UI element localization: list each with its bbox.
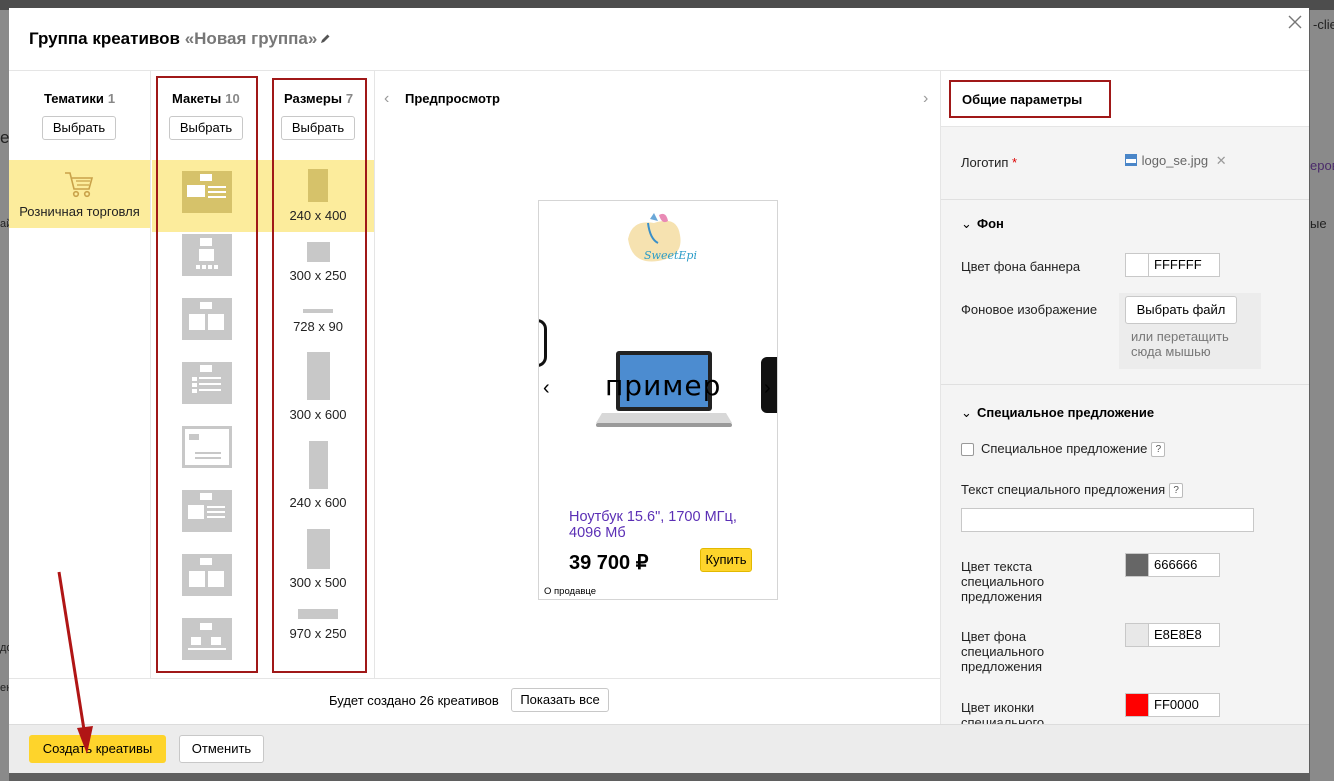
layouts-header: Макеты 10	[172, 91, 240, 106]
offer-bg-color-label: Цвет фона специального предложения	[961, 629, 1045, 674]
bg-color-label: Цвет фона баннера	[961, 259, 1081, 274]
layout-thumb[interactable]	[182, 298, 232, 340]
layouts-select-button[interactable]: Выбрать	[169, 116, 243, 140]
size-shape[interactable]	[298, 609, 338, 619]
column-divider	[150, 71, 151, 678]
brand-logo: SweetEpil	[628, 213, 697, 262]
size-shape[interactable]	[307, 242, 330, 262]
remove-file-icon[interactable]: ✕	[1216, 153, 1227, 168]
chevron-down-icon: ⌄	[961, 405, 972, 420]
sizes-header: Размеры 7	[284, 91, 354, 106]
offer-bg-color-swatch[interactable]	[1125, 623, 1149, 647]
layout-thumb[interactable]	[182, 362, 232, 404]
help-icon[interactable]: ?	[1151, 442, 1166, 457]
pencil-icon[interactable]	[319, 33, 331, 45]
size-label[interactable]: 300 x 600	[273, 407, 363, 422]
size-shape[interactable]	[308, 169, 328, 202]
backdrop-text: -clie	[1313, 17, 1334, 32]
product-name[interactable]: Ноутбук 15.6", 1700 МГц, 4096 Мб	[569, 509, 759, 541]
chevron-right-icon[interactable]: ›	[923, 90, 928, 108]
offer-text-input[interactable]	[961, 508, 1254, 532]
offer-icon-color-swatch[interactable]	[1125, 693, 1149, 717]
offer-text-color-input[interactable]: 666666	[1149, 553, 1220, 577]
backdrop-text: ые	[1310, 216, 1327, 231]
layout-thumb[interactable]	[182, 618, 232, 660]
size-shape[interactable]	[307, 352, 330, 400]
modal-header: Группа креативов «Новая группа»	[9, 8, 1309, 71]
creative-group-modal: Группа креативов «Новая группа» Тематики…	[9, 8, 1309, 773]
offer-text-color-swatch[interactable]	[1125, 553, 1149, 577]
side-product-left	[539, 319, 547, 367]
general-params-panel: Общие параметры Логотип * logo_se.jpg ✕ …	[940, 71, 1309, 724]
sample-watermark: пример	[605, 369, 722, 402]
layouts-count: 10	[225, 91, 240, 106]
modal-title: Группа креативов «Новая группа»	[29, 29, 331, 49]
group-name[interactable]: «Новая группа»	[185, 29, 318, 48]
offer-section-toggle[interactable]: ⌄ Специальное предложение	[961, 405, 1154, 421]
layout-thumb[interactable]	[182, 234, 232, 276]
bg-image-label: Фоновое изображение	[961, 302, 1098, 317]
column-divider	[374, 71, 375, 678]
size-label[interactable]: 970 x 250	[273, 626, 363, 641]
size-shape[interactable]	[303, 309, 333, 313]
size-shape[interactable]	[309, 441, 328, 489]
logo-label: Логотип *	[961, 155, 1018, 170]
carousel-prev-icon[interactable]: ‹	[543, 377, 550, 400]
layout-thumb[interactable]	[182, 171, 232, 213]
topics-select-button[interactable]: Выбрать	[42, 116, 116, 140]
show-all-button[interactable]: Показать все	[511, 688, 609, 712]
seller-link[interactable]: О продавце	[544, 586, 596, 597]
chevron-left-icon[interactable]: ‹	[384, 90, 389, 108]
separator	[941, 199, 1309, 200]
bg-color-swatch[interactable]	[1125, 253, 1149, 277]
backdrop-left-panel	[0, 10, 9, 781]
offer-bg-color-input[interactable]: E8E8E8	[1149, 623, 1220, 647]
bg-color-input[interactable]: FFFFFF	[1149, 253, 1220, 277]
layout-thumb[interactable]	[182, 554, 232, 596]
sizes-select-button[interactable]: Выбрать	[281, 116, 355, 140]
backdrop-right-panel	[1310, 10, 1334, 781]
chevron-down-icon: ⌄	[961, 216, 972, 231]
offer-icon-color-input[interactable]: FF0000	[1149, 693, 1220, 717]
topics-header: Тематики 1	[44, 91, 116, 106]
layout-thumb[interactable]	[182, 426, 232, 468]
creatives-count-text: Будет создано 26 креативов	[329, 693, 499, 708]
logo-text: SweetEpil	[644, 249, 697, 262]
offer-text-label: Текст специального предложения?	[961, 482, 1184, 498]
offer-checkbox-label: Специальное предложение?	[981, 441, 1166, 457]
size-label[interactable]: 240 x 400	[273, 208, 363, 223]
buy-button[interactable]: Купить	[700, 548, 752, 572]
close-icon[interactable]	[1288, 15, 1302, 29]
background-section-toggle[interactable]: ⌄ Фон	[961, 216, 1004, 232]
backdrop-text: еров	[1310, 158, 1334, 173]
sizes-count: 7	[345, 91, 354, 106]
product-price: 39 700 ₽	[569, 552, 649, 574]
help-icon[interactable]: ?	[1169, 483, 1184, 498]
drag-hint: или перетащить сюда мышью	[1131, 329, 1229, 359]
title-prefix: Группа креативов	[29, 29, 180, 48]
topic-retail[interactable]: Розничная торговля	[9, 204, 150, 219]
preview-header: Предпросмотр	[405, 91, 500, 106]
size-label[interactable]: 240 x 600	[273, 495, 363, 510]
cancel-button[interactable]: Отменить	[179, 735, 264, 763]
banner-preview: SweetEpil пример ‹ › Ноутбук 15.6", 1700…	[538, 200, 778, 600]
size-shape[interactable]	[307, 529, 330, 569]
annotation-arrow	[57, 571, 93, 754]
separator	[941, 384, 1309, 385]
offer-icon-color-label: Цвет иконки специального	[961, 700, 1045, 724]
jpg-file-icon	[1125, 154, 1137, 166]
size-label[interactable]: 728 x 90	[273, 319, 363, 334]
offer-checkbox[interactable]	[961, 443, 974, 456]
carousel-next-icon[interactable]: ›	[764, 377, 771, 400]
choose-file-button[interactable]: Выбрать файл	[1125, 296, 1237, 324]
topics-count: 1	[107, 91, 116, 106]
size-label[interactable]: 300 x 250	[273, 268, 363, 283]
layout-thumb[interactable]	[182, 490, 232, 532]
cart-icon	[65, 172, 94, 198]
size-label[interactable]: 300 x 500	[273, 575, 363, 590]
offer-text-color-label: Цвет текста специального предложения	[961, 559, 1045, 604]
params-title: Общие параметры	[962, 92, 1083, 107]
logo-file[interactable]: logo_se.jpg ✕	[1124, 153, 1227, 169]
